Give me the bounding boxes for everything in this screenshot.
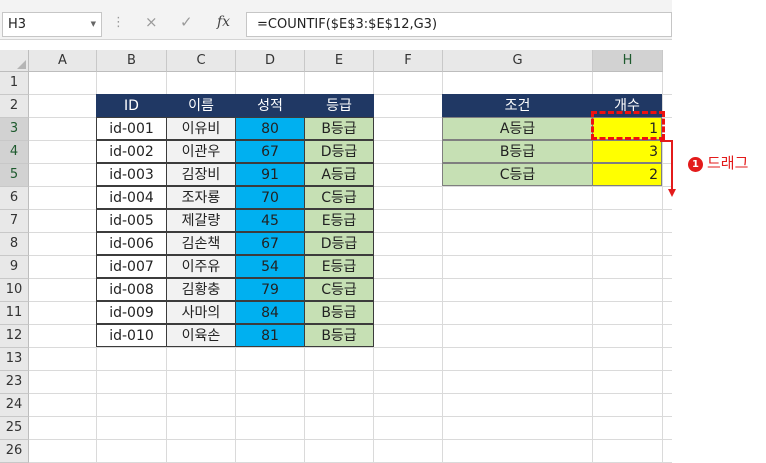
column-header-g[interactable]: G xyxy=(443,50,593,72)
drag-arrow-line xyxy=(671,140,673,192)
row-header-26[interactable]: 26 xyxy=(0,440,29,463)
cell-score[interactable]: 79 xyxy=(235,278,305,301)
cell-name[interactable]: 이관우 xyxy=(166,140,236,163)
cell-score[interactable]: 54 xyxy=(235,255,305,278)
chevron-down-icon[interactable]: ▼ xyxy=(91,13,96,36)
header-name[interactable]: 이름 xyxy=(166,94,236,117)
column-header-a[interactable]: A xyxy=(29,50,97,72)
header-score[interactable]: 성적 xyxy=(235,94,305,117)
row-header-6[interactable]: 6 xyxy=(0,187,29,210)
column-header-c[interactable]: C xyxy=(167,50,236,72)
cell-name[interactable]: 조자룡 xyxy=(166,186,236,209)
column-header-d[interactable]: D xyxy=(236,50,305,72)
cell-grade[interactable]: D등급 xyxy=(304,140,374,163)
select-all-button[interactable] xyxy=(0,50,29,72)
cell-id[interactable]: id-003 xyxy=(96,163,167,186)
cell-name[interactable]: 김손책 xyxy=(166,232,236,255)
cell-score[interactable]: 67 xyxy=(235,232,305,255)
cell-id[interactable]: id-008 xyxy=(96,278,167,301)
cell-count[interactable]: 3 xyxy=(592,140,662,163)
row-header-9[interactable]: 9 xyxy=(0,256,29,279)
cell-grade[interactable]: C등급 xyxy=(304,186,374,209)
row-header-5[interactable]: 5 xyxy=(0,164,29,187)
row-header-10[interactable]: 10 xyxy=(0,279,29,302)
column-header-f[interactable]: F xyxy=(374,50,443,72)
grip-icon: ⋮ xyxy=(112,15,125,30)
cancel-icon[interactable]: × xyxy=(145,13,158,31)
header-grade[interactable]: 등급 xyxy=(304,94,374,117)
select-all-triangle-icon xyxy=(17,60,26,69)
cell-count[interactable]: 2 xyxy=(592,163,662,186)
name-box-value: H3 xyxy=(8,17,27,32)
drag-annotation-text: 드래그 xyxy=(707,154,749,172)
cell-name[interactable]: 이주유 xyxy=(166,255,236,278)
cell-id[interactable]: id-002 xyxy=(96,140,167,163)
cell-grade[interactable]: D등급 xyxy=(304,232,374,255)
name-box[interactable]: H3 ▼ xyxy=(2,12,102,37)
column-header-h[interactable]: H xyxy=(593,50,663,72)
row-header-8[interactable]: 8 xyxy=(0,233,29,256)
cell-name[interactable]: 이유비 xyxy=(166,117,236,140)
header-condition[interactable]: 조건 xyxy=(442,94,593,117)
cell-score[interactable]: 84 xyxy=(235,301,305,324)
header-id[interactable]: ID xyxy=(96,94,167,117)
cell-grade[interactable]: B등급 xyxy=(304,301,374,324)
row-header-7[interactable]: 7 xyxy=(0,210,29,233)
cell-name[interactable]: 김장비 xyxy=(166,163,236,186)
row-header-12[interactable]: 12 xyxy=(0,325,29,348)
cell-condition[interactable]: C등급 xyxy=(442,163,593,186)
spreadsheet-window: H3 ▼ ⋮ × ✓ fx =COUNTIF($E$3:$E$12,G3) A … xyxy=(0,0,672,463)
cell-score[interactable]: 67 xyxy=(235,140,305,163)
column-header-e[interactable]: E xyxy=(305,50,374,72)
cell-condition[interactable]: B등급 xyxy=(442,140,593,163)
cell-id[interactable]: id-009 xyxy=(96,301,167,324)
row-header-3[interactable]: 3 xyxy=(0,118,29,141)
formula-input[interactable]: =COUNTIF($E$3:$E$12,G3) xyxy=(246,12,672,37)
row-header-2[interactable]: 2 xyxy=(0,95,29,118)
cell-score[interactable]: 81 xyxy=(235,324,305,347)
cell-id[interactable]: id-004 xyxy=(96,186,167,209)
cell-id[interactable]: id-005 xyxy=(96,209,167,232)
cell-grade[interactable]: B등급 xyxy=(304,324,374,347)
cell-score[interactable]: 91 xyxy=(235,163,305,186)
row-header-4[interactable]: 4 xyxy=(0,141,29,164)
row-header-13[interactable]: 13 xyxy=(0,348,29,371)
cell-grade[interactable]: B등급 xyxy=(304,117,374,140)
confirm-icon[interactable]: ✓ xyxy=(180,13,193,31)
row-header-25[interactable]: 25 xyxy=(0,417,29,440)
cell-score[interactable]: 70 xyxy=(235,186,305,209)
cell-grade[interactable]: E등급 xyxy=(304,209,374,232)
row-header-23[interactable]: 23 xyxy=(0,371,29,394)
row-header-24[interactable]: 24 xyxy=(0,394,29,417)
cell-condition[interactable]: A등급 xyxy=(442,117,593,140)
cell-grade[interactable]: C등급 xyxy=(304,278,374,301)
drag-annotation: 1 드래그 xyxy=(688,152,748,173)
row-header-1[interactable]: 1 xyxy=(0,72,29,95)
cell-grade[interactable]: E등급 xyxy=(304,255,374,278)
active-cell-marquee xyxy=(591,111,665,140)
cell-id[interactable]: id-010 xyxy=(96,324,167,347)
step-number-badge: 1 xyxy=(688,157,703,172)
cell-id[interactable]: id-007 xyxy=(96,255,167,278)
cell-id[interactable]: id-001 xyxy=(96,117,167,140)
cell-id[interactable]: id-006 xyxy=(96,232,167,255)
cell-name[interactable]: 김황충 xyxy=(166,278,236,301)
cell-name[interactable]: 사마의 xyxy=(166,301,236,324)
cell-name[interactable]: 이육손 xyxy=(166,324,236,347)
insert-function-icon[interactable]: fx xyxy=(217,14,230,30)
cell-grade[interactable]: A등급 xyxy=(304,163,374,186)
cell-score[interactable]: 45 xyxy=(235,209,305,232)
cell-score[interactable]: 80 xyxy=(235,117,305,140)
formula-bar: H3 ▼ ⋮ × ✓ fx =COUNTIF($E$3:$E$12,G3) xyxy=(0,0,672,40)
column-header-b[interactable]: B xyxy=(97,50,167,72)
cell-name[interactable]: 제갈량 xyxy=(166,209,236,232)
row-header-11[interactable]: 11 xyxy=(0,302,29,325)
arrow-down-icon xyxy=(668,189,676,197)
